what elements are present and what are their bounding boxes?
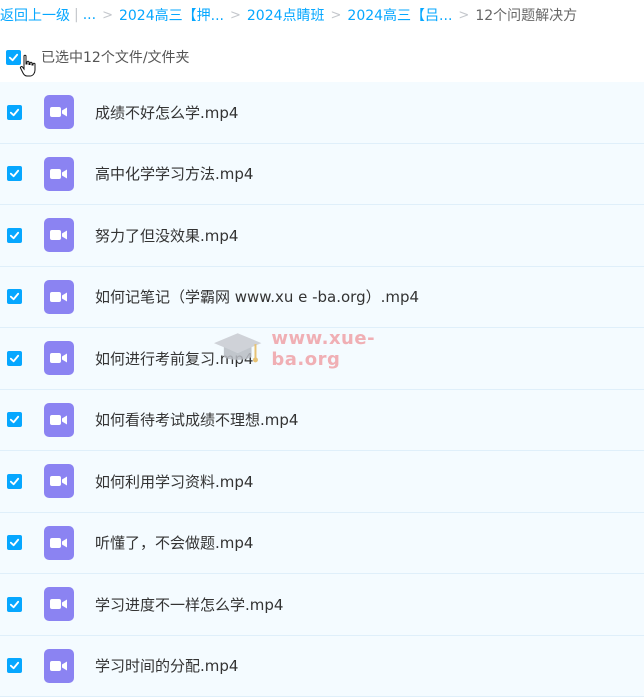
chevron-right-icon: > — [102, 7, 113, 23]
file-name[interactable]: 如何记笔记（学霸网 www.xu e -ba.org）.mp4 — [95, 286, 419, 307]
file-checkbox[interactable] — [7, 166, 22, 182]
video-file-icon — [44, 95, 74, 130]
back-link[interactable]: 返回上一级 — [0, 5, 70, 25]
check-icon — [9, 416, 20, 424]
file-row[interactable]: 努力了但没效果.mp4 — [0, 205, 644, 267]
chevron-right-icon: > — [330, 7, 342, 23]
video-file-icon — [44, 156, 74, 191]
video-file-icon — [44, 402, 74, 437]
breadcrumb-item[interactable]: 2024高三【押... — [119, 5, 224, 25]
file-row[interactable]: 听懂了，不会做题.mp4 — [0, 512, 644, 574]
check-icon — [8, 53, 19, 61]
video-file-icon — [44, 587, 74, 622]
video-file-icon — [44, 218, 74, 253]
file-row[interactable]: 成绩不好怎么学.mp4 — [0, 82, 644, 144]
video-file-icon — [44, 279, 74, 314]
file-name[interactable]: 学习进度不一样怎么学.mp4 — [95, 594, 283, 615]
select-all-bar: 已选中12个文件/文件夹 — [0, 44, 644, 70]
check-icon — [9, 477, 20, 485]
file-name[interactable]: 努力了但没效果.mp4 — [95, 225, 238, 246]
file-row[interactable]: 如何看待考试成绩不理想.mp4 — [0, 389, 644, 451]
check-icon — [9, 600, 20, 608]
file-row[interactable]: 如何利用学习资料.mp4 — [0, 451, 644, 513]
file-checkbox[interactable] — [7, 227, 22, 243]
breadcrumb: 返回上一级 | ... > 2024高三【押... > 2024点睛班 > 20… — [0, 0, 644, 30]
file-row[interactable]: 高中化学学习方法.mp4 — [0, 143, 644, 205]
file-checkbox[interactable] — [7, 350, 22, 366]
hand-pointer-icon — [19, 54, 36, 77]
file-checkbox[interactable] — [7, 473, 22, 489]
file-row[interactable]: 如何记笔记（学霸网 www.xu e -ba.org）.mp4 — [0, 266, 644, 328]
file-name[interactable]: 如何利用学习资料.mp4 — [95, 471, 253, 492]
breadcrumb-divider: | — [74, 7, 79, 23]
breadcrumb-ellipsis[interactable]: ... — [83, 7, 96, 23]
check-icon — [9, 231, 20, 239]
file-name[interactable]: 如何看待考试成绩不理想.mp4 — [95, 409, 298, 430]
file-name[interactable]: 高中化学学习方法.mp4 — [95, 163, 253, 184]
video-file-icon — [44, 648, 74, 683]
file-checkbox[interactable] — [7, 535, 22, 551]
file-checkbox[interactable] — [7, 412, 22, 428]
file-name[interactable]: 如何进行考前复习.mp4 — [95, 348, 253, 369]
selection-count-label: 已选中12个文件/文件夹 — [41, 50, 190, 66]
file-list: 成绩不好怎么学.mp4 高中化学学习方法.mp4 努力了但没效果.mp4 如何记… — [0, 82, 644, 697]
file-name[interactable]: 成绩不好怎么学.mp4 — [95, 102, 238, 123]
breadcrumb-current: 12个问题解决方 — [475, 8, 578, 24]
check-icon — [9, 170, 20, 178]
check-icon — [9, 354, 20, 362]
video-file-icon — [44, 464, 74, 499]
file-checkbox[interactable] — [7, 289, 22, 305]
chevron-right-icon: > — [229, 7, 241, 23]
check-icon — [9, 539, 20, 547]
check-icon — [9, 293, 20, 301]
file-checkbox[interactable] — [7, 104, 22, 120]
file-row[interactable]: 学习进度不一样怎么学.mp4 — [0, 574, 644, 636]
file-checkbox[interactable] — [7, 658, 22, 674]
file-row[interactable]: 学习时间的分配.mp4 — [0, 635, 644, 697]
check-icon — [9, 108, 20, 116]
video-file-icon — [44, 341, 74, 376]
file-name[interactable]: 学习时间的分配.mp4 — [95, 655, 238, 676]
file-checkbox[interactable] — [7, 596, 22, 612]
file-name[interactable]: 听懂了，不会做题.mp4 — [95, 532, 253, 553]
check-icon — [9, 662, 20, 670]
breadcrumb-item[interactable]: 2024点睛班 — [247, 5, 325, 25]
video-file-icon — [44, 525, 74, 560]
breadcrumb-item[interactable]: 2024高三【吕... — [347, 5, 452, 25]
file-row[interactable]: 如何进行考前复习.mp4 — [0, 328, 644, 390]
chevron-right-icon: > — [458, 7, 470, 23]
